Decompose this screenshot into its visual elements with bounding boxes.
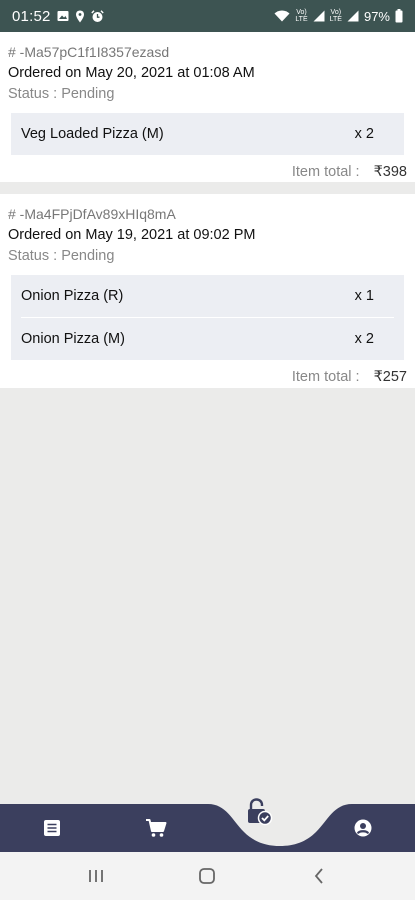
back-icon [314, 868, 323, 884]
signal-icon [347, 10, 359, 22]
recents-button[interactable] [76, 856, 116, 896]
status-time: 01:52 [12, 7, 51, 25]
item-total-label: Item total : [291, 164, 360, 180]
order-total: Item total : ₹257 [8, 363, 407, 391]
item-name: Veg Loaded Pizza (M) [21, 126, 164, 142]
location-icon [75, 10, 84, 22]
back-button[interactable] [299, 856, 339, 896]
item-name: Onion Pizza (R) [21, 288, 124, 304]
bottom-nav-bar [0, 780, 415, 852]
order-total: Item total : ₹398 [8, 158, 407, 186]
item-total-label: Item total : [291, 369, 360, 385]
orders-list-icon [44, 820, 60, 836]
item-total-value: ₹257 [373, 369, 407, 385]
order-items-list: Veg Loaded Pizza (M) x 2 [11, 113, 404, 155]
order-items-list: Onion Pizza (R) x 1 Onion Pizza (M) x 2 [11, 275, 404, 360]
order-date: Ordered on May 19, 2021 at 09:02 PM [8, 227, 256, 243]
order-item-row: Onion Pizza (R) x 1 [21, 275, 394, 317]
nav-secure-button[interactable] [240, 792, 280, 832]
nav-profile-button[interactable] [343, 808, 383, 848]
order-card[interactable]: # -Ma57pC1f1I8357ezasd Ordered on May 20… [0, 32, 415, 182]
order-status: Status : Pending [8, 86, 115, 102]
order-id: # -Ma57pC1f1I8357ezasd [8, 44, 170, 60]
status-bar-right: Vo) LTE Vo) LTE 97% [274, 9, 403, 24]
order-id: # -Ma4FPjDfAv89xHIq8mA [8, 206, 176, 222]
order-item-row: Veg Loaded Pizza (M) x 2 [21, 113, 394, 155]
order-date: Ordered on May 20, 2021 at 01:08 AM [8, 65, 255, 81]
nav-cart-button[interactable] [136, 808, 176, 848]
system-nav-bar [0, 852, 415, 900]
item-quantity: x 1 [354, 288, 374, 304]
nav-orders-button[interactable] [32, 808, 72, 848]
order-card[interactable]: # -Ma4FPjDfAv89xHIq8mA Ordered on May 19… [0, 194, 415, 388]
order-item-row: Onion Pizza (M) x 2 [21, 317, 394, 360]
image-icon [57, 11, 69, 21]
home-icon [199, 868, 216, 884]
alarm-icon [90, 9, 104, 22]
recents-icon [88, 870, 103, 882]
wifi-icon [274, 10, 290, 22]
signal-icon [313, 10, 325, 22]
home-button[interactable] [187, 856, 227, 896]
order-status: Status : Pending [8, 248, 115, 264]
status-bar-left: 01:52 [12, 8, 104, 25]
volte-icon: Vo) LTE [329, 9, 342, 23]
cart-icon [146, 819, 167, 837]
battery-icon [395, 9, 403, 23]
battery-percent: 97% [363, 8, 390, 24]
volte-icon: Vo) LTE [295, 9, 308, 23]
item-total-value: ₹398 [373, 164, 407, 180]
item-name: Onion Pizza (M) [21, 331, 125, 347]
status-bar: 01:52 Vo) LTE Vo) LTE 97% [0, 0, 415, 32]
profile-icon [354, 819, 372, 837]
lock-check-icon [248, 798, 273, 826]
item-quantity: x 2 [354, 126, 374, 142]
item-quantity: x 2 [354, 331, 374, 347]
